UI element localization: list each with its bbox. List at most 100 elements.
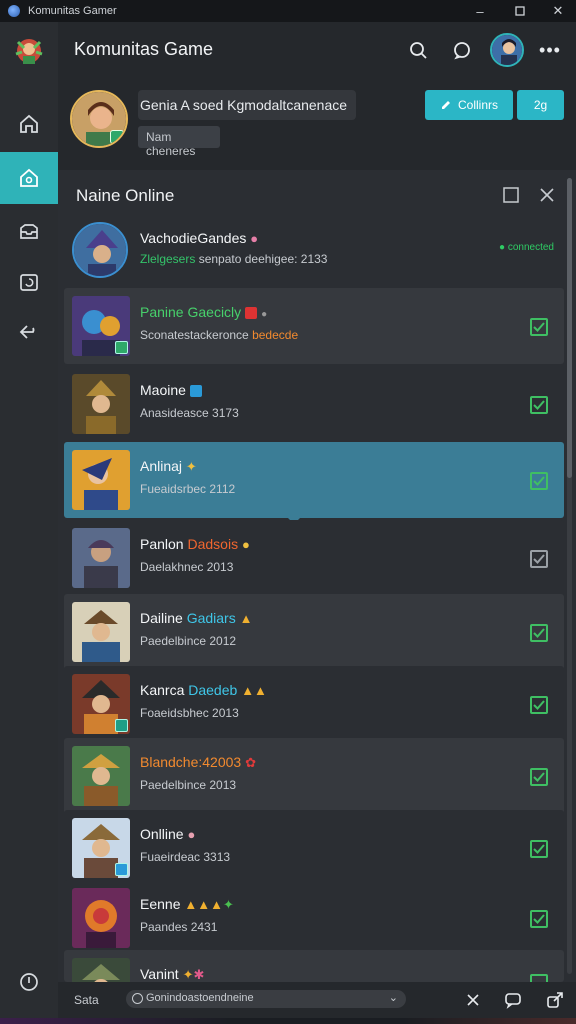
star-emoji-icon: ✱ (193, 967, 205, 982)
app-logo[interactable] (10, 32, 48, 70)
profile-chip[interactable]: Nam cheneres (138, 126, 220, 158)
platform-badge (115, 719, 128, 732)
friend-name: Blandche:42003 ✿ (140, 754, 256, 770)
home-icon (20, 114, 38, 133)
friend-row[interactable]: Onlline ● Fuaeirdeac 3313 (64, 810, 564, 886)
friend-row[interactable]: Eenne ▲▲▲✦ Paandes 2431 (64, 880, 564, 956)
nav-messages[interactable] (0, 206, 58, 258)
more-options-icon[interactable]: ••• (536, 36, 564, 64)
check-icon (533, 554, 545, 564)
friend-status: Paandes 2431 (140, 920, 218, 934)
featured-avatar (72, 222, 128, 278)
notifications-button[interactable] (448, 36, 476, 64)
user-avatar[interactable] (490, 33, 524, 67)
status-select-value: Gonindoastoendneine (146, 992, 254, 1004)
status-field[interactable]: Genia A soed Kgmodaltcanenace (138, 90, 356, 120)
maximize-icon[interactable] (502, 0, 538, 22)
left-nav-rail (0, 22, 58, 1024)
sparkle-emoji-icon: ✦ (182, 967, 194, 982)
friend-row[interactable]: Panine Gaecicly ● Sconatestackeronce bed… (64, 288, 564, 364)
platform-badge (115, 341, 128, 354)
friend-status: Fuaeirdeac 3313 (140, 850, 231, 864)
page-title: Komunitas Game (74, 39, 214, 59)
nav-home[interactable] (0, 98, 58, 150)
panel-maximize-button[interactable] (500, 184, 522, 206)
friend-avatar (72, 674, 130, 734)
search-button[interactable] (404, 36, 432, 64)
select-checkbox[interactable] (530, 910, 548, 928)
featured-friend[interactable]: VachodieGandes ● Zlelgesers senpato deeh… (64, 214, 564, 286)
friend-name: Dailine Gadiars ▲ (140, 610, 253, 626)
friend-name: Maoine (140, 382, 202, 398)
close-window-icon[interactable]: ✕ (540, 0, 576, 22)
select-checkbox[interactable] (530, 974, 548, 982)
friend-name: Kanrca Daedeb ▲▲ (140, 682, 267, 698)
friend-status: Foaeidsbhec 2013 (140, 706, 239, 720)
chat-icon (505, 993, 521, 1009)
heart-emoji-icon: ● (250, 231, 259, 246)
red-tag-icon (245, 307, 258, 320)
friend-avatar (72, 746, 130, 806)
friend-name: Anlinaj ✦ (140, 458, 197, 474)
friend-row[interactable]: Maoine Anasideasce 3173 (64, 366, 564, 442)
featured-name: VachodieGandes ● (140, 230, 259, 246)
friend-status: Paedelbince 2012 (140, 634, 237, 648)
nav-community[interactable] (0, 152, 58, 204)
check-icon (533, 772, 545, 782)
check-icon (533, 628, 545, 638)
featured-subtitle: Zlelgesers senpato deehigee: 2133 (140, 252, 328, 266)
friend-row[interactable]: Vanint ✦✱ (64, 950, 564, 982)
community-home-icon (20, 168, 38, 187)
window-titlebar: Komunitas Gamer – ✕ (0, 0, 576, 22)
status-select[interactable]: Gonindoastoendneine ⌄ (126, 990, 406, 1008)
select-checkbox[interactable] (530, 696, 548, 714)
check-icon (533, 700, 545, 710)
friend-name: Vanint ✦✱ (140, 966, 205, 982)
friend-row[interactable]: Kanrca Daedeb ▲▲ Foaeidsbhec 2013 (64, 666, 564, 742)
nav-power[interactable] (0, 956, 58, 1008)
sparkle-emoji-icon: ✦ (185, 459, 197, 474)
chat-button[interactable] (502, 989, 524, 1011)
refresh-box-icon (20, 274, 38, 291)
select-checkbox[interactable] (530, 840, 548, 858)
select-checkbox[interactable] (530, 550, 548, 568)
blue-tag-icon (189, 385, 202, 398)
secondary-action-button[interactable]: 2g (517, 90, 564, 120)
friend-row[interactable]: Panlon Dadsois ● Daelakhnec 2013 (64, 520, 564, 596)
select-checkbox[interactable] (530, 472, 548, 490)
friend-status: Daelakhnec 2013 (140, 560, 234, 574)
scrollbar-thumb[interactable] (567, 178, 572, 478)
panel-scrollbar[interactable] (567, 178, 572, 974)
share-button[interactable] (544, 989, 566, 1011)
friend-row[interactable]: Dailine Gadiars ▲ Paedelbince 2012 (64, 594, 564, 670)
friend-avatar (72, 958, 130, 982)
profile-avatar[interactable] (70, 90, 128, 148)
select-checkbox[interactable] (530, 318, 548, 336)
trophy-emoji-icon: ▲▲▲ (184, 897, 223, 912)
close-icon (540, 188, 554, 202)
friend-avatar (72, 296, 130, 356)
check-icon (533, 476, 545, 486)
nav-library[interactable] (0, 256, 58, 308)
select-checkbox[interactable] (530, 768, 548, 786)
chevron-down-icon: ⌄ (388, 992, 398, 1004)
friend-row-selected[interactable]: Anlinaj ✦ Fueaidsrbec 2112 (64, 442, 564, 518)
friend-avatar (72, 528, 130, 588)
square-icon (503, 187, 519, 203)
friend-avatar (72, 374, 130, 434)
nav-back[interactable] (0, 306, 58, 358)
controller-button[interactable] (462, 989, 484, 1011)
online-badge (110, 130, 124, 144)
select-checkbox[interactable] (530, 396, 548, 414)
friend-status: Anasideasce 3173 (140, 406, 239, 420)
friend-row[interactable]: Blandche:42003 ✿ Paedelbince 2013 (64, 738, 564, 814)
trophy-emoji-icon: ▲▲ (241, 683, 267, 698)
primary-action-button[interactable]: Collinrs (425, 90, 513, 120)
select-checkbox[interactable] (530, 624, 548, 642)
panel-close-button[interactable] (536, 184, 558, 206)
friend-avatar (72, 888, 130, 948)
minimize-icon[interactable]: – (462, 0, 498, 22)
rose-emoji-icon: ✿ (245, 755, 256, 770)
bottom-bar: Sata Gonindoastoendneine ⌄ (58, 982, 576, 1018)
friend-name: Panlon Dadsois ● (140, 536, 250, 552)
